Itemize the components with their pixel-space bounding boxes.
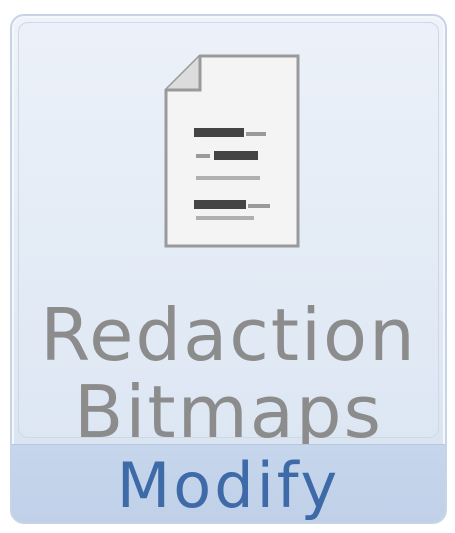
document-redaction-icon [164, 54, 300, 248]
button-label-line1: Redaction [40, 293, 417, 377]
group-footer: Modify [12, 444, 445, 522]
group-label: Modify [116, 449, 341, 522]
button-label-line2: Bitmaps [73, 370, 384, 454]
ribbon-group-modify: Redaction Bitmaps Modify [10, 14, 447, 524]
redaction-bitmaps-button[interactable]: Redaction Bitmaps [18, 22, 439, 448]
